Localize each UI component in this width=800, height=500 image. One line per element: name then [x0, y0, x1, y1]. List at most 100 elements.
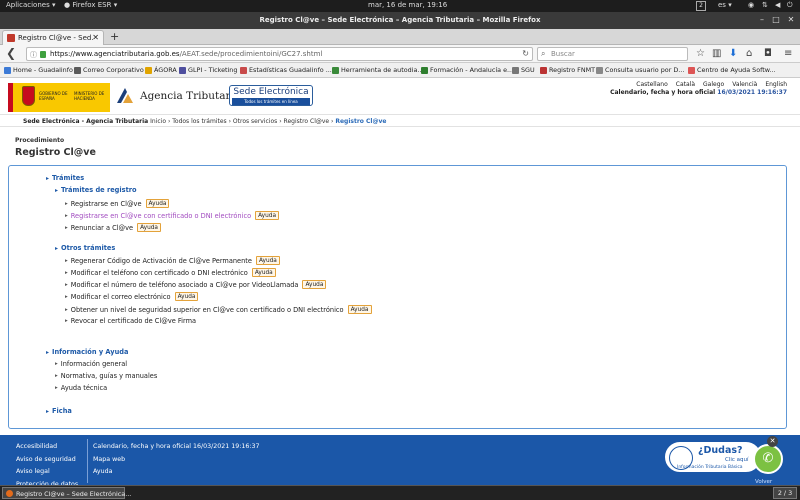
footer-aviso-seguridad[interactable]: Aviso de seguridad [16, 454, 78, 467]
section-ficha[interactable]: Ficha [46, 407, 72, 415]
breadcrumb-inicio[interactable]: Inicio [150, 118, 166, 125]
link-ayuda-tecnica[interactable]: Ayuda técnica [55, 384, 107, 392]
network-icon[interactable]: ⇅ [762, 1, 768, 9]
bookmark-agora[interactable]: ÁGORA [145, 66, 177, 74]
back-icon[interactable]: ❮ [6, 47, 16, 59]
hamburger-menu-icon[interactable]: ≡ [784, 48, 792, 60]
link-renunciar[interactable]: Renunciar a Cl@veAyuda [65, 223, 161, 232]
search-box[interactable]: ⌕ Buscar [537, 47, 688, 61]
page-title: Registro Cl@ve [15, 147, 96, 158]
accessibility-icon[interactable]: ◉ [748, 1, 754, 9]
flag-stripe [8, 83, 13, 112]
lang-castellano[interactable]: Castellano [636, 81, 668, 88]
workspace-switcher[interactable]: 2 / 3 [773, 487, 797, 499]
gobierno-logo[interactable]: GOBIERNO DE ESPAÑA MINISTERIO DE HACIEND… [8, 83, 110, 112]
reload-icon[interactable]: ↻ [522, 49, 529, 58]
bookmarks-toolbar: Home - Guadalinfo Correo Corporativo ÁGO… [0, 63, 800, 78]
official-clock[interactable]: Calendario, fecha y hora oficial 16/03/2… [610, 89, 787, 96]
keyboard-layout[interactable]: es ▾ [718, 1, 732, 9]
link-normativa[interactable]: Normativa, guías y manuales [55, 372, 158, 380]
link-nivel-seguridad[interactable]: Obtener un nivel de seguridad superior e… [65, 305, 372, 314]
bookmark-formacion[interactable]: Formación - Andalucía e... [421, 66, 513, 74]
footer-proteccion-datos[interactable]: Protección de datos [16, 479, 78, 485]
applications-menu[interactable]: Aplicaciones ▾ [6, 1, 55, 9]
link-regenerar-codigo[interactable]: Regenerar Código de Activación de Cl@ve … [65, 256, 280, 265]
system-clock[interactable]: mar, 16 de mar, 19:16 [368, 1, 447, 9]
aeat-logo-icon[interactable] [115, 87, 135, 104]
new-tab-icon[interactable]: + [110, 30, 119, 43]
phone-icon[interactable]: ✆ [753, 444, 783, 474]
breadcrumb: Sede Electrónica - Agencia Tributaria In… [0, 114, 800, 127]
link-revocar-certificado[interactable]: Revocar el certificado de Cl@ve Firma [65, 317, 196, 325]
footer-calendario[interactable]: Calendario, fecha y hora oficial 16/03/2… [93, 441, 260, 454]
link-informacion-general[interactable]: Información general [55, 360, 127, 368]
help-button[interactable]: Ayuda [347, 305, 372, 314]
tab-registro-clave[interactable]: Registro Cl@ve - Sed... ✕ [2, 30, 104, 45]
downloads-icon[interactable]: ⬇ [729, 48, 737, 60]
bookmark-home-guadalinfo[interactable]: Home - Guadalinfo [4, 66, 73, 74]
breadcrumb-todos[interactable]: Todos los trámites [172, 118, 226, 125]
info-icon[interactable]: ⓘ [30, 50, 37, 60]
volume-icon[interactable]: ◀ [775, 1, 780, 9]
bookmark-fnmt[interactable]: Registro FNMT [540, 66, 595, 74]
help-button[interactable]: Ayuda [145, 199, 170, 208]
link-registrarse-certificado[interactable]: Registrarse en Cl@ve con certificado o D… [65, 211, 280, 220]
help-button[interactable]: Ayuda [174, 292, 199, 301]
breadcrumb-registro[interactable]: Registro Cl@ve [284, 118, 330, 125]
help-button[interactable]: Ayuda [137, 223, 161, 232]
bookmark-herramienta[interactable]: Herramienta de autodia... [332, 66, 423, 74]
section-informacion-ayuda[interactable]: Información y Ayuda [46, 348, 128, 356]
library-icon[interactable]: ▥ [712, 48, 721, 60]
pocket-icon[interactable]: ◘ [764, 48, 772, 60]
link-modificar-telefono-video[interactable]: Modificar el número de teléfono asociado… [65, 280, 327, 289]
bookmark-consulta[interactable]: Consulta usuario por D... [596, 66, 684, 74]
help-info: Información Tributaria Básica [677, 465, 743, 470]
app-menu[interactable]: ● Firefox ESR ▾ [64, 1, 117, 9]
sede-electronica-logo[interactable]: Sede Electrónica Todos los trámites en l… [229, 85, 313, 106]
agency-name[interactable]: Agencia Tributaria [140, 90, 240, 102]
breadcrumb-otros[interactable]: Otros servicios [233, 118, 277, 125]
workspace-indicator[interactable]: 2 [696, 1, 706, 11]
help-button[interactable]: Ayuda [255, 256, 280, 265]
url-bar[interactable]: ⓘ https://www.agenciatributaria.gob.es/A… [26, 47, 533, 61]
home-icon[interactable]: ⌂ [746, 48, 752, 60]
link-modificar-correo[interactable]: Modificar el correo electrónicoAyuda [65, 292, 199, 301]
bookmark-glpi[interactable]: GLPI - Ticketing [179, 66, 237, 74]
bookmark-centro-ayuda[interactable]: Centro de Ayuda Softw... [688, 66, 776, 74]
footer-mapa-web[interactable]: Mapa web [93, 454, 260, 467]
close-widget-icon[interactable]: ✕ [767, 436, 778, 447]
web-page: GOBIERNO DE ESPAÑA MINISTERIO DE HACIEND… [0, 78, 800, 485]
help-button[interactable]: Ayuda [251, 268, 276, 277]
page-icon [596, 66, 603, 74]
bookmark-star-icon[interactable]: ☆ [696, 48, 705, 60]
close-tab-icon[interactable]: ✕ [92, 33, 99, 42]
link-modificar-telefono[interactable]: Modificar el teléfono con certificado o … [65, 268, 276, 277]
help-question: ¿Dudas? [698, 445, 743, 456]
close-icon[interactable]: ✕ [786, 15, 796, 25]
footer-aviso-legal[interactable]: Aviso legal [16, 466, 78, 479]
lang-english[interactable]: English [765, 81, 787, 88]
help-widget[interactable]: ¿Dudas? Clic aquí Información Tributaria… [664, 441, 762, 473]
minimize-icon[interactable]: – [757, 15, 767, 25]
lang-valencia[interactable]: Valencià [732, 81, 757, 88]
bookmark-estadisticas[interactable]: Estadísticas Guadalinfo ... [240, 66, 332, 74]
footer-accesibilidad[interactable]: Accesibilidad [16, 441, 78, 454]
lang-galego[interactable]: Galego [703, 81, 724, 88]
section-tramites[interactable]: Trámites [46, 174, 84, 182]
help-button[interactable]: Ayuda [302, 280, 327, 289]
breadcrumb-separator: › [331, 118, 334, 125]
power-icon[interactable]: ⏻ [787, 1, 793, 10]
help-cta: Clic aquí [725, 457, 749, 463]
taskbar-firefox-window[interactable]: Registro Cl@ve – Sede Electrónica... [2, 487, 131, 499]
link-registrarse[interactable]: Registrarse en Cl@veAyuda [65, 199, 170, 208]
lang-catala[interactable]: Català [676, 81, 695, 88]
footer-ayuda[interactable]: Ayuda [93, 466, 260, 479]
bookmark-correo[interactable]: Correo Corporativo [74, 66, 144, 74]
help-button[interactable]: Ayuda [255, 211, 280, 220]
section-otros-tramites[interactable]: Otros trámites [55, 244, 115, 252]
sede-title: Sede Electrónica [233, 87, 309, 97]
breadcrumb-root: Sede Electrónica - Agencia Tributaria [23, 118, 149, 125]
maximize-icon[interactable]: □ [771, 15, 781, 25]
section-tramites-registro[interactable]: Trámites de registro [55, 186, 137, 194]
bookmark-sgu[interactable]: SGU [512, 66, 535, 74]
